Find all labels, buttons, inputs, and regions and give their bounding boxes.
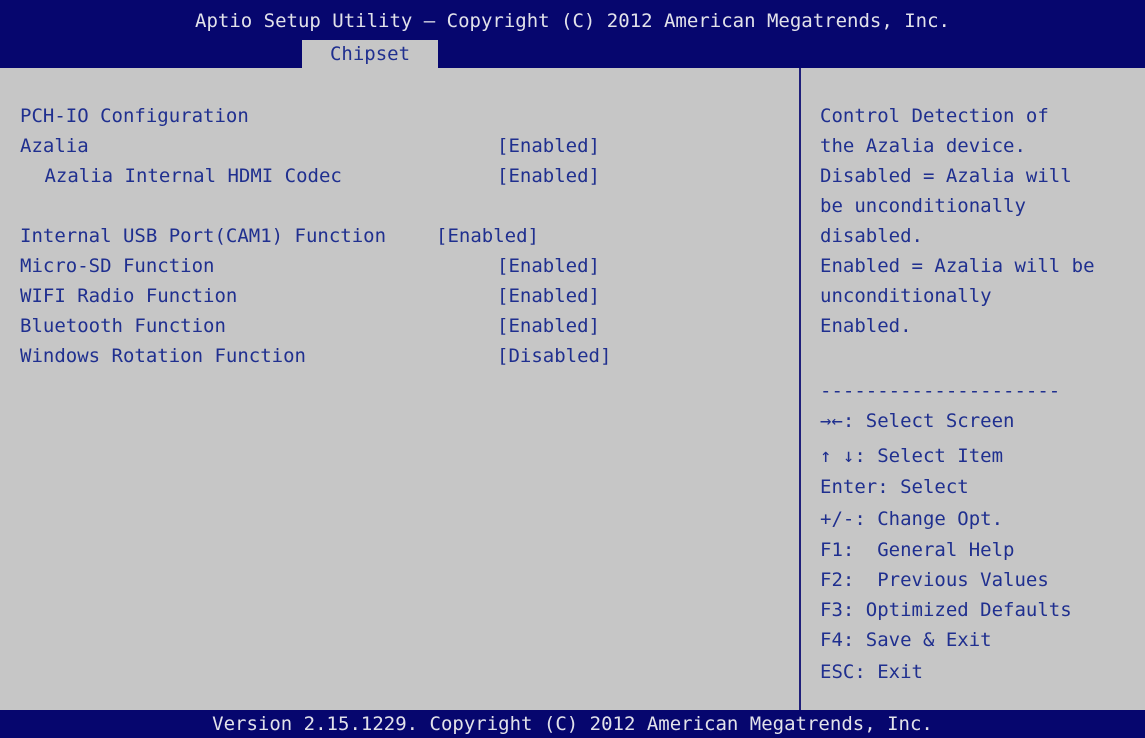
help-text-line: Disabled = Azalia will <box>820 165 1072 187</box>
help-text-line: Enabled. <box>820 315 912 337</box>
setting-azalia[interactable]: Azalia [Enabled] <box>20 131 780 161</box>
setting-label: Azalia <box>20 135 89 157</box>
help-text-line: unconditionally <box>820 285 992 307</box>
version-footer: Version 2.15.1229. Copyright (C) 2012 Am… <box>0 710 1145 738</box>
setting-windows-rotation[interactable]: Windows Rotation Function [Disabled] <box>20 341 780 371</box>
help-separator: --------------------- <box>820 380 1061 402</box>
setting-value[interactable]: [Enabled] <box>497 251 600 281</box>
tab-chipset[interactable]: Chipset <box>302 40 438 68</box>
help-text-line: disabled. <box>820 225 923 247</box>
key-hint-f4: F4: Save & Exit <box>820 629 992 651</box>
key-hint-f3: F3: Optimized Defaults <box>820 599 1072 621</box>
setting-value[interactable]: [Enabled] <box>497 281 600 311</box>
setting-value[interactable]: [Enabled] <box>497 161 600 191</box>
help-text-line: Enabled = Azalia will be <box>820 255 1095 277</box>
setting-azalia-hdmi-codec[interactable]: Azalia Internal HDMI Codec [Enabled] <box>20 161 780 191</box>
setting-value[interactable]: [Enabled] <box>497 311 600 341</box>
setting-label: Micro-SD Function <box>20 255 215 277</box>
setting-label: Bluetooth Function <box>20 315 226 337</box>
key-hint-enter: Enter: Select <box>820 476 969 498</box>
help-text-line: the Azalia device. <box>820 135 1026 157</box>
utility-title: Aptio Setup Utility – Copyright (C) 2012… <box>195 10 950 32</box>
setting-label: Internal USB Port(CAM1) Function <box>20 225 387 247</box>
key-hint-f1: F1: General Help <box>820 539 1015 561</box>
setting-bluetooth[interactable]: Bluetooth Function [Enabled] <box>20 311 780 341</box>
setting-value[interactable]: [Enabled] <box>436 221 539 251</box>
key-hint-f2: F2: Previous Values <box>820 569 1049 591</box>
help-text-line: Control Detection of <box>820 105 1049 127</box>
setting-value[interactable]: [Enabled] <box>497 131 600 161</box>
key-hint-esc: ESC: Exit <box>820 661 923 683</box>
bios-setup-screen: Aptio Setup Utility – Copyright (C) 2012… <box>0 0 1145 738</box>
setting-micro-sd[interactable]: Micro-SD Function [Enabled] <box>20 251 780 281</box>
section-title: PCH-IO Configuration <box>20 101 780 131</box>
key-hint-select-screen: →←: Select Screen <box>820 410 1015 432</box>
setting-internal-usb-port[interactable]: Internal USB Port(CAM1) Function [Enable… <box>20 221 780 251</box>
help-text-line: be unconditionally <box>820 195 1026 217</box>
setting-label: Windows Rotation Function <box>20 345 306 367</box>
key-hint-select-item: ↑ ↓: Select Item <box>820 445 1004 467</box>
pane-divider <box>799 68 801 710</box>
key-hint-change-opt: +/-: Change Opt. <box>820 508 1004 530</box>
title-bar: Aptio Setup Utility – Copyright (C) 2012… <box>0 0 1145 68</box>
setting-label: Azalia Internal HDMI Codec <box>33 165 342 187</box>
setting-label: WIFI Radio Function <box>20 285 238 307</box>
setting-value[interactable]: [Disabled] <box>497 341 611 371</box>
section-title-label: PCH-IO Configuration <box>20 105 249 127</box>
setting-wifi-radio[interactable]: WIFI Radio Function [Enabled] <box>20 281 780 311</box>
